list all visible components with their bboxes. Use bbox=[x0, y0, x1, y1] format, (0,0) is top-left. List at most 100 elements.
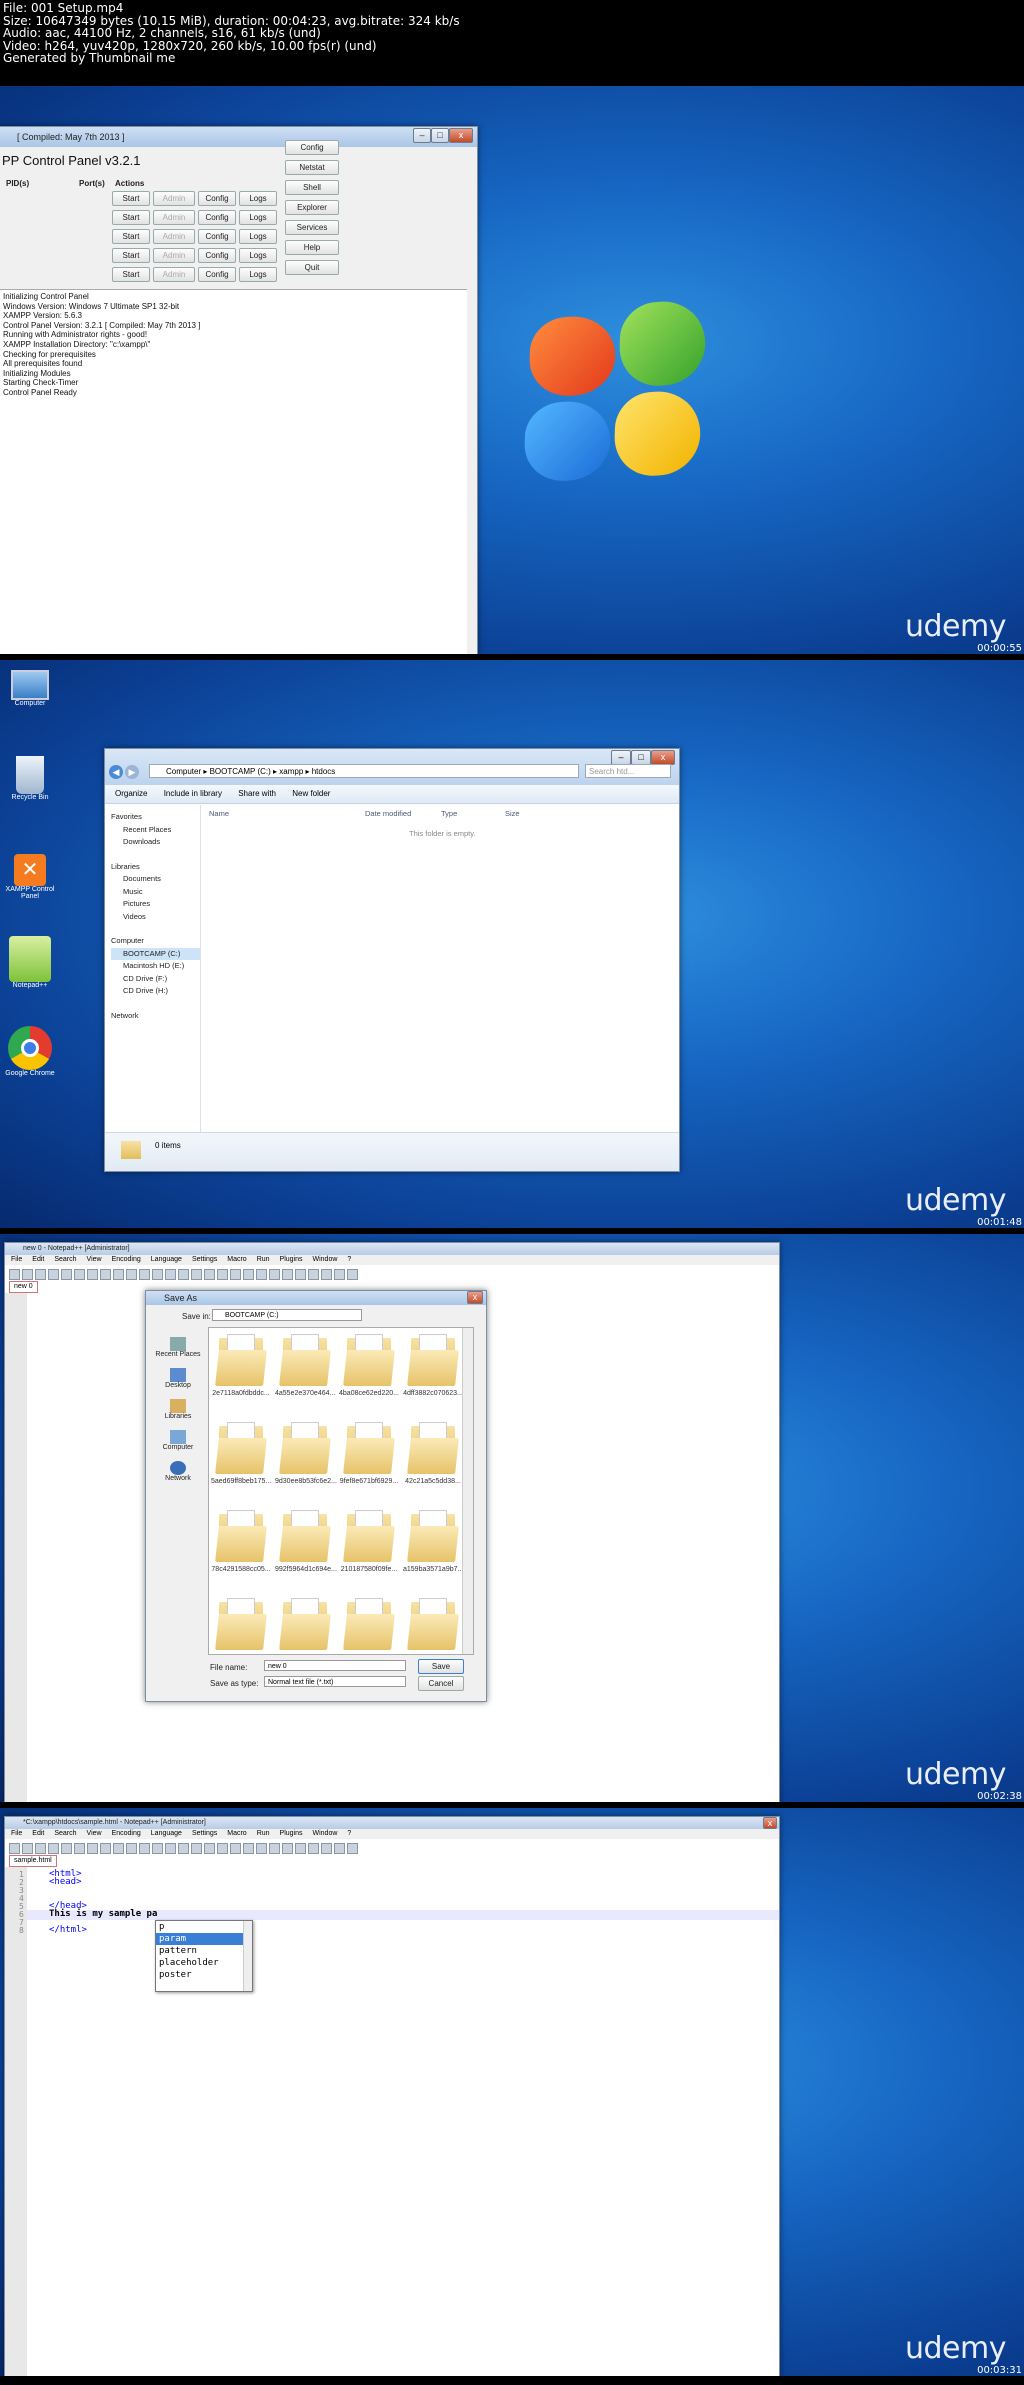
close-button[interactable]: x bbox=[651, 750, 675, 765]
desktop-icon-chrome[interactable]: Google Chrome bbox=[0, 1026, 60, 1077]
share-with-button[interactable]: Share with bbox=[238, 789, 276, 798]
autocomplete-popup[interactable]: p param pattern placeholder poster bbox=[155, 1920, 253, 1992]
desktop-icon-xampp[interactable]: ✕ XAMPP Control Panel bbox=[0, 854, 60, 900]
menu-settings[interactable]: Settings bbox=[192, 1830, 217, 1837]
place-recent[interactable]: Recent Places bbox=[152, 1337, 204, 1358]
save-in-select[interactable]: BOOTCAMP (C:) bbox=[212, 1309, 362, 1321]
menu-language[interactable]: Language bbox=[151, 1830, 182, 1837]
config-button[interactable]: Config bbox=[198, 248, 236, 263]
minimize-button[interactable]: – bbox=[413, 128, 431, 143]
menu-view[interactable]: View bbox=[87, 1256, 102, 1263]
admin-button[interactable]: Admin bbox=[153, 191, 195, 206]
forward-icon[interactable]: ▶ bbox=[125, 765, 139, 779]
config-button[interactable]: Config bbox=[198, 191, 236, 206]
menu-run[interactable]: Run bbox=[257, 1256, 270, 1263]
menu-window[interactable]: Window bbox=[313, 1256, 338, 1263]
menu-search[interactable]: Search bbox=[54, 1830, 76, 1837]
menu-encoding[interactable]: Encoding bbox=[112, 1256, 141, 1263]
folder-icon[interactable] bbox=[279, 1422, 331, 1474]
menu-edit[interactable]: Edit bbox=[32, 1256, 44, 1263]
editor-tab[interactable]: new 0 bbox=[9, 1281, 38, 1293]
breadcrumb[interactable]: Computer ▸ BOOTCAMP (C:) ▸ xampp ▸ htdoc… bbox=[149, 764, 579, 778]
menu-encoding[interactable]: Encoding bbox=[112, 1830, 141, 1837]
breadcrumb-item[interactable]: BOOTCAMP (C:) bbox=[210, 767, 271, 776]
services-button[interactable]: Services bbox=[285, 220, 339, 235]
autocomplete-item[interactable]: param bbox=[156, 1933, 252, 1945]
place-network[interactable]: Network bbox=[152, 1461, 204, 1482]
admin-button[interactable]: Admin bbox=[153, 248, 195, 263]
back-icon[interactable]: ◀ bbox=[109, 765, 123, 779]
nav-network[interactable]: Network bbox=[111, 1010, 200, 1023]
cancel-button[interactable]: Cancel bbox=[418, 1676, 464, 1691]
log-panel[interactable]: Initializing Control Panel Windows Versi… bbox=[0, 289, 467, 654]
folder-icon[interactable] bbox=[407, 1510, 459, 1562]
maximize-button[interactable]: □ bbox=[431, 128, 449, 143]
include-library-button[interactable]: Include in library bbox=[164, 789, 222, 798]
folder-icon[interactable] bbox=[343, 1510, 395, 1562]
nav-item[interactable]: Downloads bbox=[111, 836, 200, 849]
folder-icon[interactable] bbox=[279, 1334, 331, 1386]
quit-button[interactable]: Quit bbox=[285, 260, 339, 275]
close-button[interactable]: x bbox=[763, 1817, 777, 1829]
place-libraries[interactable]: Libraries bbox=[152, 1399, 204, 1420]
close-button[interactable]: x bbox=[467, 1291, 483, 1304]
logs-button[interactable]: Logs bbox=[239, 210, 277, 225]
admin-button[interactable]: Admin bbox=[153, 267, 195, 282]
menu-plugins[interactable]: Plugins bbox=[280, 1256, 303, 1263]
shell-button[interactable]: Shell bbox=[285, 180, 339, 195]
folder-icon[interactable] bbox=[407, 1334, 459, 1386]
organize-button[interactable]: Organize bbox=[115, 789, 147, 798]
menu-macro[interactable]: Macro bbox=[227, 1256, 246, 1263]
nav-item[interactable]: Music bbox=[111, 886, 200, 899]
desktop-icon-computer[interactable]: Computer bbox=[0, 670, 60, 707]
folder-icon[interactable] bbox=[343, 1598, 395, 1650]
start-button[interactable]: Start bbox=[112, 267, 150, 282]
code-line[interactable]: <head> bbox=[49, 1877, 82, 1887]
menu-file[interactable]: File bbox=[11, 1830, 22, 1837]
autocomplete-item[interactable]: p bbox=[156, 1921, 252, 1933]
config-button[interactable]: Config bbox=[198, 267, 236, 282]
folder-icon[interactable] bbox=[343, 1334, 395, 1386]
new-folder-button[interactable]: New folder bbox=[292, 789, 330, 798]
start-button[interactable]: Start bbox=[112, 191, 150, 206]
breadcrumb-item[interactable]: Computer bbox=[166, 767, 201, 776]
autocomplete-item[interactable]: pattern bbox=[156, 1945, 252, 1957]
folder-icon[interactable] bbox=[343, 1422, 395, 1474]
start-button[interactable]: Start bbox=[112, 229, 150, 244]
menu-help[interactable]: ? bbox=[347, 1256, 351, 1263]
netstat-button[interactable]: Netstat bbox=[285, 160, 339, 175]
folder-icon[interactable] bbox=[215, 1510, 267, 1562]
save-type-select[interactable]: Normal text file (*.txt) bbox=[264, 1676, 406, 1687]
folder-icon[interactable] bbox=[407, 1422, 459, 1474]
nav-item[interactable]: Documents bbox=[111, 873, 200, 886]
folder-icon[interactable] bbox=[215, 1422, 267, 1474]
autocomplete-item[interactable]: placeholder bbox=[156, 1957, 252, 1969]
logs-button[interactable]: Logs bbox=[239, 248, 277, 263]
vertical-scrollbar[interactable] bbox=[462, 1328, 473, 1654]
folder-icon[interactable] bbox=[407, 1598, 459, 1650]
column-size[interactable]: Size bbox=[505, 809, 520, 818]
menu-plugins[interactable]: Plugins bbox=[280, 1830, 303, 1837]
file-name-input[interactable]: new 0 bbox=[264, 1660, 406, 1671]
search-input[interactable]: Search htd... bbox=[585, 764, 671, 778]
folder-icon[interactable] bbox=[279, 1598, 331, 1650]
nav-item[interactable]: Pictures bbox=[111, 898, 200, 911]
nav-item[interactable]: Macintosh HD (E:) bbox=[111, 960, 200, 973]
desktop-icon-notepadpp[interactable]: Notepad++ bbox=[0, 936, 60, 989]
start-button[interactable]: Start bbox=[112, 248, 150, 263]
config-button[interactable]: Config bbox=[198, 229, 236, 244]
nav-item[interactable]: CD Drive (H:) bbox=[111, 985, 200, 998]
autocomplete-item[interactable]: poster bbox=[156, 1969, 252, 1981]
side-config-button[interactable]: Config bbox=[285, 140, 339, 155]
breadcrumb-item[interactable]: htdocs bbox=[312, 767, 336, 776]
logs-button[interactable]: Logs bbox=[239, 267, 277, 282]
menu-view[interactable]: View bbox=[87, 1830, 102, 1837]
menu-edit[interactable]: Edit bbox=[32, 1830, 44, 1837]
maximize-button[interactable]: □ bbox=[631, 750, 651, 765]
admin-button[interactable]: Admin bbox=[153, 229, 195, 244]
menu-help[interactable]: ? bbox=[347, 1830, 351, 1837]
menu-file[interactable]: File bbox=[11, 1256, 22, 1263]
logs-button[interactable]: Logs bbox=[239, 229, 277, 244]
menu-window[interactable]: Window bbox=[313, 1830, 338, 1837]
nav-libraries[interactable]: Libraries bbox=[111, 861, 200, 874]
